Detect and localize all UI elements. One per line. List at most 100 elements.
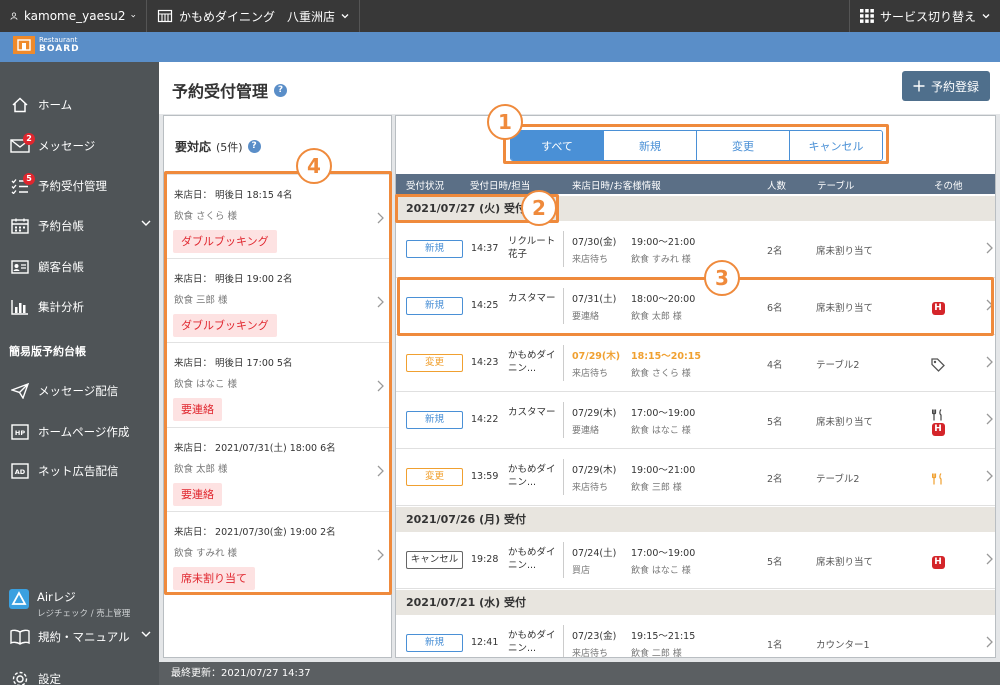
top-bar: kamome_yaesu2 かもめダイニング 八重洲店 サービス切り替え: [0, 0, 1000, 32]
airregi-subtitle: レジチェック / 売上管理: [37, 609, 131, 619]
callout-number-3: 3: [704, 260, 740, 296]
sidebar-item-label: 予約台帳: [38, 219, 84, 233]
chevron-right-icon: [986, 413, 993, 425]
chevron-right-icon: [986, 553, 993, 565]
received-time: 14:23: [471, 357, 499, 368]
user-menu[interactable]: kamome_yaesu2: [0, 0, 147, 32]
visit-time: 17:00〜19:00: [631, 548, 696, 559]
visit-time: 19:00〜21:00: [631, 465, 696, 476]
sidebar-item-reservation-ledger[interactable]: 予約台帳: [0, 209, 159, 243]
user-icon: [10, 12, 18, 20]
plus-icon: [913, 80, 925, 92]
store-menu[interactable]: かもめダイニング 八重洲店: [147, 0, 361, 32]
sidebar-item-online-ads[interactable]: AD ネット広告配信: [0, 454, 159, 488]
table-row[interactable]: 新規 14:37 リクルート花子 07/30(金) 来店待ち 19:00〜21:…: [396, 221, 995, 278]
table-row[interactable]: 変更 13:59 かもめダイニン... 07/29(木) 来店待ち 19:00〜…: [396, 449, 995, 506]
staff-name: カスタマー: [508, 407, 556, 418]
visit-time: 17:00〜19:00: [631, 408, 696, 419]
received-time: 14:37: [471, 243, 499, 254]
sidebar-item-reservation-management[interactable]: 5 予約受付管理: [0, 169, 159, 203]
logo-mark-icon: [13, 36, 35, 54]
sidebar-item-label: ホームページ作成: [38, 425, 130, 439]
customer-name: 飲食 はなこ 様: [631, 566, 691, 576]
table-row[interactable]: 変更 14:23 かもめダイニン... 07/29(木) 来店待ち 18:15〜…: [396, 335, 995, 392]
visit-status: 来店待ち: [572, 369, 609, 379]
customer-name: 飲食 はなこ 様: [631, 426, 691, 436]
page-title: 予約受付管理: [172, 82, 269, 101]
sidebar-item-label: 予約受付管理: [38, 179, 107, 193]
chevron-down-icon: [341, 14, 349, 19]
sidebar-item-home[interactable]: ホーム: [0, 88, 159, 122]
table-assignment: 席未割り当て: [816, 417, 874, 428]
visit-time: 19:15〜21:15: [631, 631, 696, 642]
visit-date: 07/29(木): [572, 351, 621, 362]
visit-date: 07/29(木): [572, 465, 617, 476]
action-required-label: 要対応: [175, 140, 212, 154]
message-count-badge: 2: [23, 133, 35, 145]
restaurant-board-logo[interactable]: Restaurant BOARD: [13, 36, 80, 54]
table-row[interactable]: 新規 14:22 カスタマー 07/29(木) 要連絡 17:00〜19:00 …: [396, 392, 995, 449]
column-header: 人数: [767, 181, 787, 192]
visit-status: 来店待ち: [572, 649, 609, 658]
sidebar-item-settings[interactable]: 設定: [0, 662, 159, 685]
party-size: 4名: [767, 360, 783, 371]
other-icons: H: [928, 407, 948, 437]
id-card-icon: [9, 257, 31, 277]
sidebar-item-label: 規約・マニュアル: [38, 630, 130, 644]
sidebar-item-terms-manual[interactable]: 規約・マニュアル: [0, 620, 159, 654]
status-badge: キャンセル: [406, 551, 463, 569]
callout-highlight-filter-tabs: [503, 124, 889, 164]
grid-icon: [859, 9, 874, 23]
service-switch-menu[interactable]: サービス切り替え: [848, 0, 1000, 32]
other-icons: [928, 464, 948, 494]
column-header: テーブル: [817, 181, 855, 192]
sidebar-item-customer-ledger[interactable]: 顧客台帳: [0, 250, 159, 284]
page-header: 予約受付管理 ? 予約登録: [159, 62, 1000, 114]
help-icon[interactable]: ?: [274, 83, 288, 97]
sidebar-item-label: メッセージ配信: [38, 384, 119, 398]
sidebar-item-airregi[interactable]: Airレジ レジチェック / 売上管理: [9, 589, 130, 619]
book-icon: [9, 627, 31, 647]
sidebar-item-label: 顧客台帳: [38, 260, 84, 274]
table-row[interactable]: 新規 12:41 かもめダイニン... 07/23(金) 来店待ち 19:15〜…: [396, 615, 995, 658]
column-header: 受付状況: [406, 181, 445, 192]
sidebar-item-homepage-creation[interactable]: HP ホームページ作成: [0, 415, 159, 449]
customer-name: 飲食 すみれ 様: [631, 255, 691, 265]
tag-icon: [931, 358, 945, 372]
logo-big-text: BOARD: [39, 44, 80, 54]
table-assignment: 席未割り当て: [816, 557, 874, 568]
column-header: その他: [934, 181, 963, 192]
sidebar-section-simple-ledger: 簡易版予約台帳: [9, 345, 86, 358]
party-size: 5名: [767, 557, 783, 568]
party-size: 2名: [767, 246, 783, 257]
sidebar-item-analytics[interactable]: 集計分析: [0, 290, 159, 324]
add-reservation-button[interactable]: 予約登録: [902, 71, 990, 101]
sidebar-item-messages[interactable]: 2 メッセージ: [0, 129, 159, 163]
staff-name: かもめダイニン...: [508, 630, 556, 654]
visit-date: 07/30(金): [572, 237, 617, 248]
airregi-icon: [9, 589, 29, 609]
chevron-down-icon: [131, 14, 136, 18]
sidebar-item-message-delivery[interactable]: メッセージ配信: [0, 374, 159, 408]
chevron-down-icon: [982, 14, 990, 19]
visit-time: 19:00〜21:00: [631, 237, 696, 248]
customer-name: 飲食 三郎 様: [631, 483, 682, 493]
table-assignment: テーブル2: [816, 474, 860, 485]
party-size: 2名: [767, 474, 783, 485]
visit-status: 来店待ち: [572, 483, 609, 493]
visit-date: 07/23(金): [572, 631, 617, 642]
airregi-title: Airレジ: [37, 590, 76, 604]
visit-time: 18:15〜20:15: [631, 351, 701, 362]
visit-status: 要連絡: [572, 426, 600, 436]
other-icons: H: [928, 547, 948, 577]
help-icon[interactable]: ?: [247, 140, 261, 153]
sidebar: ホーム 2 メッセージ 5 予約受付管理 予約台帳 顧客台帳 集計分析 簡易版予…: [0, 62, 159, 685]
status-badge: 変更: [406, 354, 463, 372]
chevron-down-icon: [141, 220, 151, 226]
chevron-right-icon: [986, 242, 993, 254]
table-row[interactable]: キャンセル 19:28 かもめダイニン... 07/24(土) 買店 17:00…: [396, 532, 995, 589]
status-badge: 変更: [406, 468, 463, 486]
checklist-icon: 5: [9, 173, 35, 196]
store-icon: [157, 9, 173, 23]
hotpepper-icon: H: [931, 422, 945, 436]
